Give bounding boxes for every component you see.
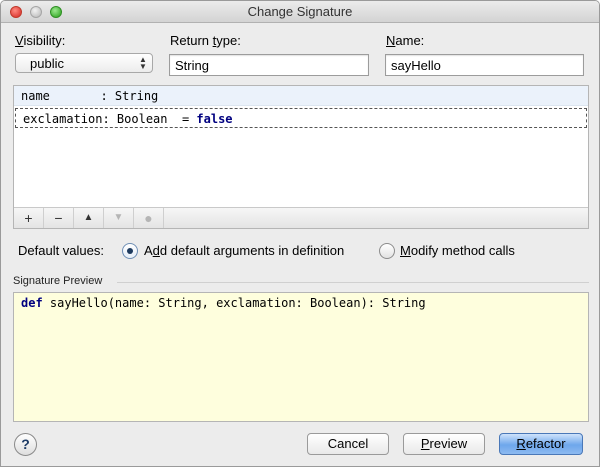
preview-button[interactable]: Preview (403, 433, 485, 455)
return-type-label: Return type: (170, 33, 241, 48)
add-default-mnemonic: d (152, 243, 160, 258)
modify-mnemonic: M (400, 243, 411, 258)
add-default-arguments-label[interactable]: Add default arguments in definition (144, 243, 344, 258)
move-up-button[interactable]: ▲ (74, 208, 104, 228)
radio-modify-method-calls[interactable] (379, 243, 395, 259)
title-bar: Change Signature (1, 1, 599, 23)
radio-selected-dot (127, 248, 133, 254)
visibility-select[interactable]: public ▲ ▼ (15, 53, 153, 73)
add-default-first: A (144, 243, 153, 258)
visibility-label: Visibility: (15, 33, 65, 48)
preview-keyword: def (21, 296, 43, 310)
cancel-button[interactable]: Cancel (307, 433, 389, 455)
edit-parameter-button[interactable]: ● (134, 208, 164, 228)
window-title: Change Signature (247, 4, 353, 19)
help-button[interactable]: ? (14, 433, 37, 456)
visibility-value: public (30, 56, 64, 71)
preview-signature-text: sayHello(name: String, exclamation: Bool… (42, 296, 426, 310)
refactor-button[interactable]: Refactor (499, 433, 583, 455)
plus-icon: + (24, 210, 33, 226)
parameters-toolbar: + − ▲ ▼ ● (14, 207, 588, 228)
default-values-label: Default values: (18, 243, 104, 258)
cancel-label: Cancel (327, 436, 369, 451)
preview-mnemonic: P (420, 436, 430, 451)
signature-preview: def sayHello(name: String, exclamation: … (13, 292, 589, 422)
refactor-mnemonic: R (516, 436, 526, 451)
name-input[interactable]: sayHello (385, 54, 584, 76)
arrow-up-icon: ▲ (83, 212, 94, 223)
modify-method-calls-label[interactable]: Modify method calls (400, 243, 515, 258)
section-divider (117, 282, 589, 283)
name-mnemonic: N (386, 33, 396, 48)
name-label-text: ame: (395, 33, 425, 48)
modify-rest: odify method calls (410, 243, 515, 258)
return-type-label-pre: Return (170, 33, 213, 48)
return-type-label-post: ype: (216, 33, 241, 48)
parameter-row-selected[interactable]: exclamation: Boolean = false (15, 108, 587, 128)
arrow-down-icon: ▼ (113, 212, 124, 223)
return-type-input[interactable]: String (169, 54, 369, 76)
parameter-row[interactable]: name : String (14, 86, 588, 106)
edit-circle-icon: ● (144, 210, 153, 226)
radio-add-default-arguments[interactable] (122, 243, 138, 259)
preview-label: review (429, 436, 468, 451)
refactor-label: efactor (525, 436, 566, 451)
add-parameter-button[interactable]: + (14, 208, 44, 228)
question-mark-icon: ? (21, 436, 30, 452)
visibility-label-text: isibility: (23, 33, 66, 48)
parameter-text: name : String (21, 89, 159, 103)
move-down-button[interactable]: ▼ (104, 208, 134, 228)
parameter-text: exclamation: Boolean (23, 112, 168, 126)
parameters-table: name : String exclamation: Boolean = fal… (13, 85, 589, 229)
select-arrows-icon: ▲ ▼ (139, 55, 147, 71)
add-default-rest: d default arguments in definition (159, 243, 345, 258)
signature-preview-title: Signature Preview (13, 275, 103, 287)
parameter-default-separator: = (167, 112, 197, 126)
name-value: sayHello (391, 58, 441, 73)
return-type-value: String (175, 58, 209, 73)
remove-parameter-button[interactable]: − (44, 208, 74, 228)
parameter-default-value: false (196, 112, 233, 126)
minus-icon: − (54, 210, 63, 226)
change-signature-dialog: Change Signature Visibility: public ▲ ▼ R… (0, 0, 600, 467)
name-label: Name: (386, 33, 424, 48)
